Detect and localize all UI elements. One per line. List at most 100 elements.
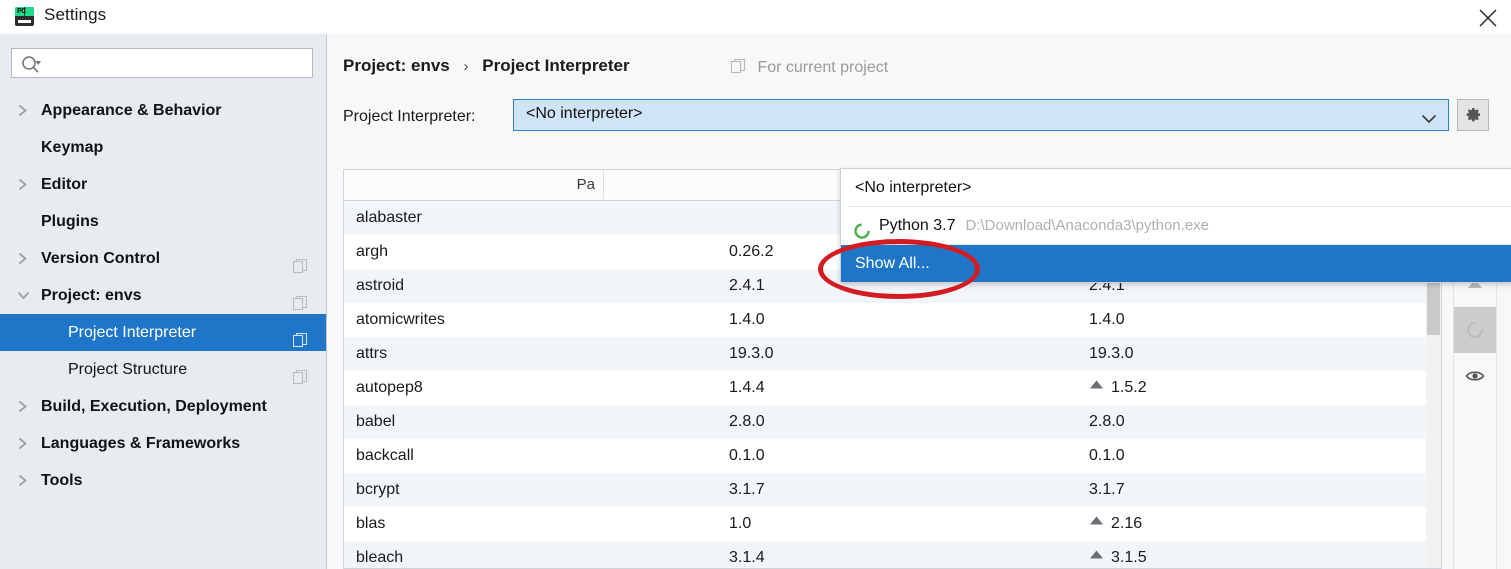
package-version: 0.1.0	[729, 447, 765, 464]
package-name: bleach	[356, 549, 404, 566]
search-box[interactable]	[11, 48, 313, 79]
dropdown-item-label: Show All...	[855, 255, 930, 272]
sidebar-item-plugins[interactable]: Plugins	[0, 203, 326, 240]
refresh-button[interactable]	[1454, 307, 1496, 353]
package-version: 0.26.2	[729, 243, 774, 260]
package-name: babel	[356, 413, 396, 430]
copy-icon	[730, 58, 750, 78]
package-latest-version-text: 19.3.0	[1089, 345, 1134, 362]
settings-sidebar: Appearance & Behavior Keymap Editor Plugins…	[0, 34, 327, 569]
window-title: Settings	[44, 5, 107, 24]
package-name: autopep8	[356, 379, 423, 396]
breadcrumb-root[interactable]: Project: envs	[343, 56, 450, 75]
dropdown-item-show-all[interactable]: Show All...	[841, 245, 1511, 282]
search-icon	[21, 55, 43, 78]
package-latest-version-text: 3.1.5	[1111, 549, 1147, 566]
table-row[interactable]: bleach 3.1.4 3.1.5	[344, 541, 1440, 568]
pycharm-icon: PC	[15, 7, 34, 26]
sidebar-item-editor[interactable]: Editor	[0, 166, 326, 203]
search-input[interactable]	[48, 49, 312, 79]
package-name: argh	[356, 243, 389, 260]
sidebar-item-version-control[interactable]: Version Control	[0, 240, 326, 277]
package-latest-version-text: 0.1.0	[1089, 447, 1125, 464]
chevron-right-icon[interactable]	[18, 425, 32, 462]
upgrade-available-icon	[1089, 547, 1104, 564]
sidebar-item-keymap[interactable]: Keymap	[0, 129, 326, 166]
sidebar-item-label: Languages & Frameworks	[41, 435, 241, 452]
table-row[interactable]: backcall 0.1.0 0.1.0	[344, 439, 1440, 473]
chevron-right-icon[interactable]	[18, 166, 32, 203]
breadcrumb: Project: envs › Project Interpreter	[343, 56, 630, 76]
sidebar-item-label: Plugins	[41, 213, 99, 230]
package-version: 1.0	[729, 515, 752, 532]
show-early-releases-button[interactable]	[1454, 353, 1496, 399]
package-latest-version-text: 1.4.0	[1089, 311, 1125, 328]
scrollbar-thumb[interactable]	[1427, 275, 1440, 335]
package-version: 3.1.4	[729, 549, 765, 566]
project-interpreter-label: Project Interpreter:	[343, 108, 476, 125]
package-name: alabaster	[356, 209, 422, 226]
package-latest-version: 2.8.0	[1089, 405, 1125, 439]
sidebar-item-label: Keymap	[41, 139, 104, 156]
table-row[interactable]: blas 1.0 2.16	[344, 507, 1440, 541]
sidebar-item-tools[interactable]: Tools	[0, 462, 326, 499]
sidebar-item-project-envs[interactable]: Project: envs	[0, 277, 326, 314]
package-latest-version: 1.5.2	[1089, 371, 1147, 405]
project-interpreter-combobox[interactable]: <No interpreter>	[513, 99, 1449, 131]
project-interpreter-value: <No interpreter>	[526, 105, 643, 122]
sidebar-item-label: Editor	[41, 176, 88, 193]
chevron-right-icon[interactable]	[18, 462, 32, 499]
chevron-down-icon[interactable]	[18, 277, 32, 314]
sidebar-item-label: Build, Execution, Deployment	[41, 398, 267, 415]
for-current-project-hint: For current project	[730, 57, 889, 78]
chevron-right-icon[interactable]	[18, 240, 32, 277]
package-latest-version: 3.1.7	[1089, 473, 1125, 507]
sidebar-item-label: Project Interpreter	[68, 324, 197, 341]
chevron-right-icon[interactable]	[18, 388, 32, 425]
sidebar-item-languages-frameworks[interactable]: Languages & Frameworks	[0, 425, 326, 462]
package-latest-version: 19.3.0	[1089, 337, 1133, 371]
title-bar: PC Settings	[0, 0, 1511, 34]
for-current-project-label: For current project	[757, 59, 889, 76]
sidebar-item-build-execution-deployment[interactable]: Build, Execution, Deployment	[0, 388, 326, 425]
sidebar-item-project-structure[interactable]: Project Structure	[0, 351, 326, 388]
sidebar-item-label: Project: envs	[41, 287, 142, 304]
package-name: atomicwrites	[356, 311, 445, 328]
package-version: 2.8.0	[729, 413, 765, 430]
upgrade-available-icon	[1089, 377, 1104, 394]
settings-window: PC Settings Appearance & Behavior Keymap E…	[0, 0, 1511, 569]
breadcrumb-separator-icon: ›	[463, 58, 469, 75]
close-icon[interactable]	[1465, 0, 1511, 34]
dropdown-item-label: <No interpreter>	[855, 179, 972, 196]
table-row[interactable]: atomicwrites 1.4.0 1.4.0	[344, 303, 1440, 337]
column-header-package[interactable]: Pa	[344, 170, 604, 199]
package-latest-version: 3.1.5	[1089, 541, 1147, 568]
breadcrumb-leaf: Project Interpreter	[482, 56, 630, 75]
chevron-right-icon[interactable]	[18, 92, 32, 129]
table-row[interactable]: autopep8 1.4.4 1.5.2	[344, 371, 1440, 405]
interpreter-settings-gear-button[interactable]	[1457, 99, 1489, 131]
table-row[interactable]: attrs 19.3.0 19.3.0	[344, 337, 1440, 371]
package-version: 1.4.0	[729, 311, 765, 328]
package-version: 1.4.4	[729, 379, 765, 396]
package-latest-version: 0.1.0	[1089, 439, 1125, 473]
sidebar-item-label: Version Control	[41, 250, 161, 267]
package-version: 2.4.1	[729, 277, 765, 294]
package-latest-version-text: 1.5.2	[1111, 379, 1147, 396]
package-latest-version: 2.16	[1089, 507, 1142, 541]
sidebar-item-appearance-behavior[interactable]: Appearance & Behavior	[0, 92, 326, 129]
dropdown-item-label: Python 3.7	[879, 217, 956, 234]
package-version: 19.3.0	[729, 345, 774, 362]
dropdown-item-python-3-7[interactable]: Python 3.7 D:\Download\Anaconda3\python.e…	[841, 207, 1511, 244]
interpreter-dropdown-list: <No interpreter> Python 3.7 D:\Download\An…	[840, 168, 1511, 283]
settings-content: Project: envs › Project Interpreter For …	[327, 34, 1511, 569]
package-version: 3.1.7	[729, 481, 765, 498]
table-row[interactable]: babel 2.8.0 2.8.0	[344, 405, 1440, 439]
package-latest-version-text: 2.16	[1111, 515, 1143, 532]
sidebar-item-project-interpreter[interactable]: Project Interpreter	[0, 314, 326, 351]
dropdown-item-no-interpreter[interactable]: <No interpreter>	[841, 169, 1511, 206]
dropdown-item-path: D:\Download\Anaconda3\python.exe	[965, 217, 1210, 234]
sidebar-item-label: Tools	[41, 472, 83, 489]
package-name: blas	[356, 515, 386, 532]
table-row[interactable]: bcrypt 3.1.7 3.1.7	[344, 473, 1440, 507]
